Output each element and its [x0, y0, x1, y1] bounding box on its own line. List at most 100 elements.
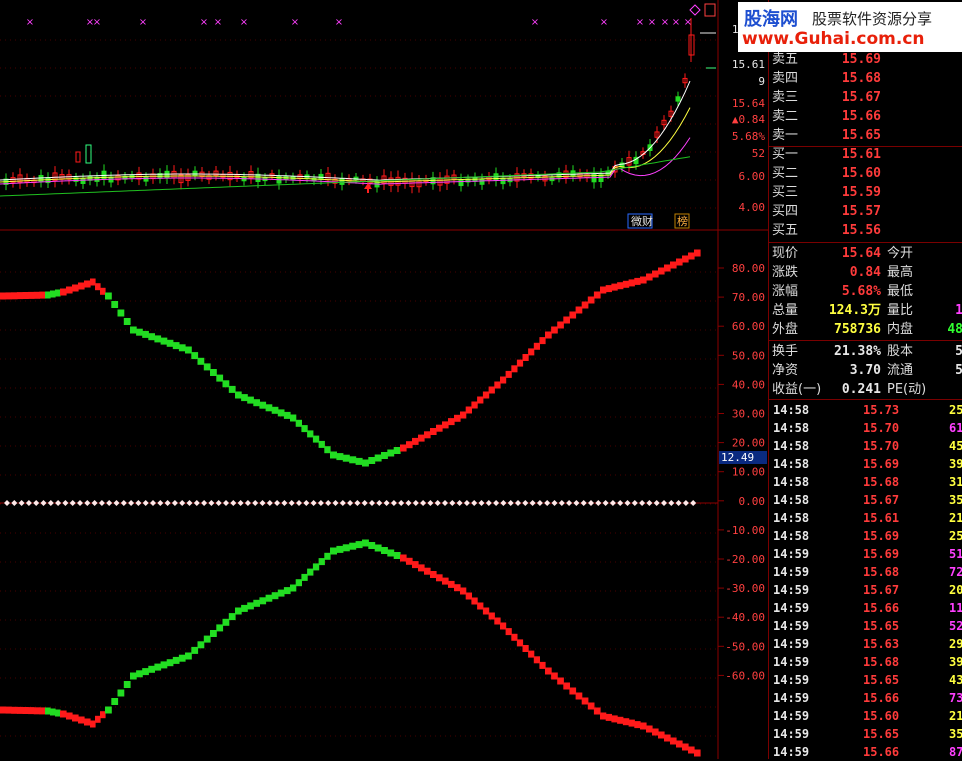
- oscillator-bar: [381, 547, 388, 554]
- order-level-label: 卖二: [772, 109, 799, 124]
- tick-row[interactable]: 14:58 15.69 39: [769, 455, 962, 473]
- price-axis-label: 15.64: [732, 97, 765, 110]
- tick-price: 15.68: [863, 475, 900, 489]
- tick-row[interactable]: 14:59 15.63 29: [769, 635, 962, 653]
- quote-label: 内盘: [887, 322, 914, 337]
- oscillator-bar: [0, 706, 7, 714]
- order-book-row[interactable]: 买一 15.61: [769, 145, 962, 164]
- tick-row[interactable]: 14:59 15.66 112: [769, 599, 962, 617]
- indicator-axis-label: -40.00: [725, 611, 765, 624]
- indicator-axis-label: -30.00: [725, 582, 765, 595]
- oscillator-bar: [522, 645, 529, 652]
- oscillator-bar: [406, 441, 413, 449]
- order-book-row[interactable]: 卖五 15.69: [769, 50, 962, 69]
- tick-row[interactable]: 14:59 15.65 35: [769, 725, 962, 743]
- order-book-row[interactable]: 买二 15.60: [769, 164, 962, 183]
- tick-row[interactable]: 14:58 15.70 45: [769, 437, 962, 455]
- oscillator-bar: [374, 544, 382, 552]
- order-level-label: 买五: [772, 223, 799, 238]
- tick-volume: 87: [949, 745, 962, 759]
- divider: [769, 146, 962, 147]
- oscillator-bar: [465, 406, 472, 414]
- tick-row[interactable]: 14:58 15.61 21: [769, 509, 962, 527]
- tick-row[interactable]: 14:59 15.65 52: [769, 617, 962, 635]
- oscillator-bar: [142, 668, 149, 676]
- order-level-label: 买一: [772, 147, 799, 162]
- oscillator-bar: [136, 328, 143, 336]
- tick-price: 15.66: [863, 601, 900, 615]
- tick-volume: 31: [949, 475, 962, 489]
- price-axis-label: 15.61: [732, 58, 765, 71]
- oscillator-bar: [290, 584, 297, 592]
- signal-mark: ×: [291, 17, 299, 28]
- oscillator-bar: [203, 635, 211, 643]
- order-book-row[interactable]: 买五 15.56: [769, 221, 962, 240]
- fundamental-label: 换手: [772, 344, 799, 359]
- tick-volume: 51: [949, 547, 962, 561]
- tick-row[interactable]: 14:58 15.69 25: [769, 527, 962, 545]
- tick-row[interactable]: 14:59 15.68 72: [769, 563, 962, 581]
- candle: [192, 170, 198, 176]
- oscillator-bar: [307, 430, 314, 438]
- tick-row[interactable]: 14:59 15.60 21: [769, 707, 962, 725]
- indicator-axis-label: -60.00: [725, 669, 765, 682]
- oscillator-bar: [658, 267, 665, 275]
- tick-row[interactable]: 14:58 15.70 61: [769, 419, 962, 437]
- tick-row[interactable]: 14:58 15.67 35: [769, 491, 962, 509]
- oscillator-bar: [197, 357, 205, 365]
- oscillator-bar: [587, 296, 595, 304]
- tick-row[interactable]: 14:59 15.65 43: [769, 671, 962, 689]
- oscillator-bar: [45, 707, 51, 715]
- tick-time: 14:59: [773, 709, 810, 723]
- quote-value: 48: [947, 322, 962, 337]
- tick-time: 14:59: [773, 637, 810, 651]
- oscillator-bar: [522, 354, 529, 361]
- tick-price: 15.67: [863, 583, 900, 597]
- oscillator-bar: [454, 414, 461, 422]
- signal-mark: ×: [93, 17, 101, 28]
- quote-label: 最低: [887, 284, 914, 299]
- tick-price: 15.63: [863, 637, 900, 651]
- tick-time: 14:59: [773, 745, 810, 759]
- oscillator-bar: [277, 409, 285, 417]
- order-book-row[interactable]: 卖二 15.66: [769, 107, 962, 126]
- quote-row: 外盘 758736 内盘 48: [769, 320, 962, 339]
- oscillator-bar: [605, 713, 612, 721]
- oscillator-bar: [617, 282, 624, 290]
- tick-price: 15.65: [863, 673, 900, 687]
- oscillator-bar: [16, 706, 24, 714]
- tick-row[interactable]: 14:59 15.67 20: [769, 581, 962, 599]
- tick-time: 14:58: [773, 475, 810, 489]
- stock-chart[interactable]: ×××××××××××××××× 16.2815.61915.64▲0.845.…: [0, 0, 768, 759]
- oscillator-bar: [5, 706, 12, 714]
- tick-row[interactable]: 14:58 15.73 25: [769, 401, 962, 419]
- tick-row[interactable]: 14:59 15.66 87: [769, 743, 962, 761]
- order-book-row[interactable]: 卖四 15.68: [769, 69, 962, 88]
- oscillator-bar: [622, 280, 630, 288]
- indicator-axis-label: 0.00: [739, 495, 766, 508]
- order-book-row[interactable]: 卖一 15.65: [769, 126, 962, 145]
- fundamental-value: 0.241: [841, 382, 881, 397]
- oscillator-bar: [539, 337, 546, 345]
- fundamental-label: 流通: [887, 363, 914, 378]
- oscillator-bar: [130, 326, 137, 334]
- order-book-row[interactable]: 卖三 15.67: [769, 88, 962, 107]
- tick-price: 15.69: [863, 529, 900, 543]
- oscillator-bar: [581, 697, 589, 705]
- quote-label: 外盘: [772, 322, 799, 337]
- quote-label: 现价: [772, 246, 799, 261]
- order-book-row[interactable]: 买四 15.57: [769, 202, 962, 221]
- oscillator-bar: [95, 283, 101, 291]
- tick-row[interactable]: 14:59 15.66 73: [769, 689, 962, 707]
- tick-row[interactable]: 14:59 15.68 39: [769, 653, 962, 671]
- price-axis-label: 4.00: [739, 201, 766, 214]
- tick-row[interactable]: 14:58 15.68 31: [769, 473, 962, 491]
- oscillator-bar: [222, 618, 230, 626]
- oscillator-bar: [172, 342, 180, 350]
- oscillator-bar: [271, 592, 279, 600]
- oscillator-bar: [454, 584, 461, 592]
- signal-mark: ×: [214, 17, 222, 28]
- oscillator-bar: [123, 681, 131, 688]
- tick-row[interactable]: 14:59 15.69 51: [769, 545, 962, 563]
- order-book-row[interactable]: 买三 15.59: [769, 183, 962, 202]
